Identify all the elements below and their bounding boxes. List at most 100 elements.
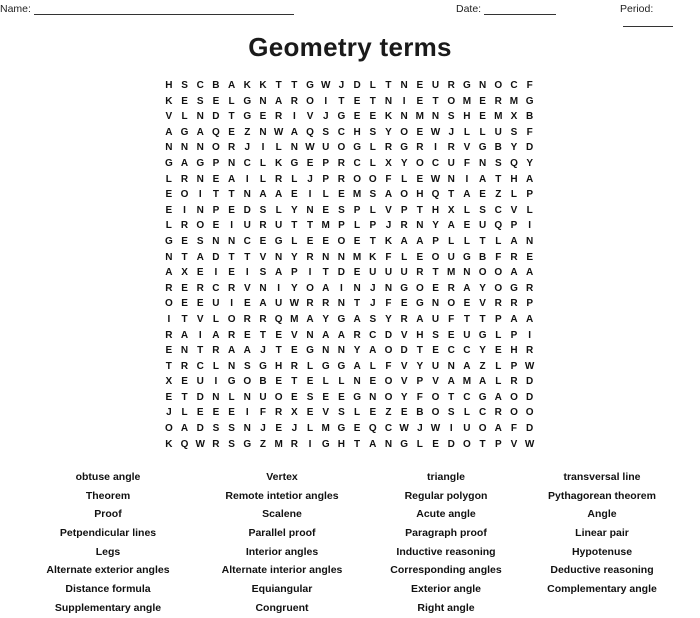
grid-letter[interactable]: V: [192, 312, 208, 328]
grid-letter[interactable]: I: [302, 265, 318, 281]
grid-letter[interactable]: V: [428, 374, 444, 390]
grid-letter[interactable]: G: [302, 78, 318, 94]
grid-letter[interactable]: L: [522, 203, 538, 219]
grid-letter[interactable]: R: [381, 140, 397, 156]
grid-letter[interactable]: I: [522, 328, 538, 344]
grid-letter[interactable]: G: [459, 78, 475, 94]
grid-letter[interactable]: N: [443, 359, 459, 375]
grid-letter[interactable]: R: [443, 140, 459, 156]
grid-letter[interactable]: P: [522, 187, 538, 203]
grid-letter[interactable]: D: [522, 374, 538, 390]
grid-letter[interactable]: Y: [318, 312, 334, 328]
grid-letter[interactable]: F: [381, 359, 397, 375]
grid-letter[interactable]: Q: [428, 187, 444, 203]
grid-letter[interactable]: O: [506, 390, 522, 406]
grid-letter[interactable]: E: [224, 203, 240, 219]
grid-letter[interactable]: Y: [522, 156, 538, 172]
grid-letter[interactable]: E: [192, 265, 208, 281]
grid-letter[interactable]: R: [161, 328, 177, 344]
grid-letter[interactable]: F: [381, 172, 397, 188]
grid-letter[interactable]: A: [271, 265, 287, 281]
grid-letter[interactable]: N: [255, 125, 271, 141]
grid-letter[interactable]: N: [443, 172, 459, 188]
grid-letter[interactable]: R: [177, 172, 193, 188]
grid-letter[interactable]: W: [522, 437, 538, 453]
grid-letter[interactable]: A: [412, 312, 428, 328]
grid-letter[interactable]: L: [459, 125, 475, 141]
grid-letter[interactable]: W: [192, 437, 208, 453]
grid-letter[interactable]: A: [365, 437, 381, 453]
grid-letter[interactable]: G: [522, 94, 538, 110]
grid-letter[interactable]: P: [287, 265, 303, 281]
grid-letter[interactable]: E: [177, 374, 193, 390]
grid-letter[interactable]: U: [208, 296, 224, 312]
grid-letter[interactable]: D: [192, 421, 208, 437]
grid-letter[interactable]: H: [412, 187, 428, 203]
grid-letter[interactable]: N: [255, 94, 271, 110]
grid-letter[interactable]: S: [334, 203, 350, 219]
grid-letter[interactable]: N: [302, 328, 318, 344]
grid-letter[interactable]: E: [239, 328, 255, 344]
grid-letter[interactable]: T: [287, 374, 303, 390]
grid-letter[interactable]: E: [302, 156, 318, 172]
grid-letter[interactable]: O: [506, 405, 522, 421]
grid-letter[interactable]: V: [396, 374, 412, 390]
grid-letter[interactable]: O: [192, 218, 208, 234]
grid-letter[interactable]: J: [287, 421, 303, 437]
grid-letter[interactable]: M: [490, 109, 506, 125]
grid-letter[interactable]: C: [490, 203, 506, 219]
grid-letter[interactable]: S: [255, 265, 271, 281]
grid-letter[interactable]: R: [255, 312, 271, 328]
grid-letter[interactable]: O: [239, 374, 255, 390]
grid-letter[interactable]: G: [192, 156, 208, 172]
grid-letter[interactable]: N: [192, 203, 208, 219]
grid-letter[interactable]: I: [428, 140, 444, 156]
grid-letter[interactable]: L: [318, 374, 334, 390]
grid-letter[interactable]: P: [334, 218, 350, 234]
grid-letter[interactable]: T: [271, 343, 287, 359]
grid-letter[interactable]: N: [239, 187, 255, 203]
grid-letter[interactable]: E: [161, 203, 177, 219]
grid-letter[interactable]: L: [412, 437, 428, 453]
grid-letter[interactable]: M: [459, 374, 475, 390]
grid-letter[interactable]: T: [271, 78, 287, 94]
grid-letter[interactable]: S: [302, 390, 318, 406]
grid-letter[interactable]: I: [239, 265, 255, 281]
grid-letter[interactable]: Y: [287, 250, 303, 266]
grid-letter[interactable]: C: [506, 78, 522, 94]
grid-letter[interactable]: A: [475, 374, 491, 390]
grid-letter[interactable]: C: [475, 405, 491, 421]
grid-letter[interactable]: U: [428, 359, 444, 375]
grid-letter[interactable]: X: [161, 374, 177, 390]
grid-letter[interactable]: G: [239, 94, 255, 110]
grid-letter[interactable]: Y: [396, 390, 412, 406]
grid-letter[interactable]: T: [443, 390, 459, 406]
grid-letter[interactable]: S: [365, 187, 381, 203]
grid-letter[interactable]: E: [334, 187, 350, 203]
grid-letter[interactable]: E: [412, 78, 428, 94]
grid-letter[interactable]: V: [506, 437, 522, 453]
grid-letter[interactable]: T: [349, 296, 365, 312]
grid-letter[interactable]: O: [428, 390, 444, 406]
grid-letter[interactable]: G: [349, 390, 365, 406]
grid-letter[interactable]: A: [522, 265, 538, 281]
grid-letter[interactable]: U: [381, 265, 397, 281]
grid-letter[interactable]: O: [381, 343, 397, 359]
grid-letter[interactable]: E: [349, 265, 365, 281]
grid-letter[interactable]: O: [475, 421, 491, 437]
grid-letter[interactable]: E: [192, 405, 208, 421]
grid-letter[interactable]: O: [161, 421, 177, 437]
grid-letter[interactable]: N: [381, 281, 397, 297]
grid-letter[interactable]: U: [443, 250, 459, 266]
grid-letter[interactable]: R: [506, 250, 522, 266]
grid-letter[interactable]: E: [396, 296, 412, 312]
grid-letter[interactable]: L: [365, 156, 381, 172]
grid-letter[interactable]: N: [224, 234, 240, 250]
grid-letter[interactable]: Q: [271, 312, 287, 328]
grid-letter[interactable]: N: [255, 281, 271, 297]
grid-letter[interactable]: E: [522, 250, 538, 266]
grid-letter[interactable]: R: [208, 343, 224, 359]
grid-letter[interactable]: E: [475, 109, 491, 125]
grid-letter[interactable]: C: [192, 78, 208, 94]
grid-letter[interactable]: S: [365, 312, 381, 328]
